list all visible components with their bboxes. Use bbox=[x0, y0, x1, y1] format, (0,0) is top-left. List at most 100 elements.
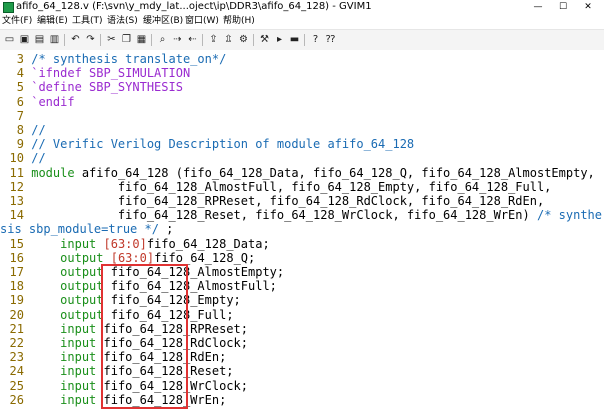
line-number: 18 bbox=[9, 279, 24, 294]
line-number: 15 bbox=[9, 236, 24, 251]
code-text: fifo_64_128_AlmostFull, fifo_64_128_Empt… bbox=[31, 179, 552, 194]
menu-help[interactable]: 帮助(H) bbox=[223, 14, 255, 29]
find-prev-icon[interactable]: ⇠ bbox=[186, 33, 199, 46]
shell-icon[interactable]: ▸ bbox=[273, 33, 286, 46]
keyword: input bbox=[60, 392, 97, 407]
keyword: input bbox=[60, 350, 97, 365]
save-session-icon[interactable]: ⇫ bbox=[222, 33, 235, 46]
window-title: afifo_64_128.v (F:\svn\y_mdy_lat...oject… bbox=[16, 1, 372, 12]
load-session-icon[interactable]: ⇪ bbox=[207, 33, 220, 46]
highlight-box bbox=[101, 264, 188, 409]
code-line-wrap: sis sbp_module=true */ ; bbox=[0, 222, 173, 236]
code-line: 12 fifo_64_128_AlmostFull, fifo_64_128_E… bbox=[0, 179, 552, 194]
code-line: 15 input [63:0]fifo_64_128_Data; bbox=[0, 237, 270, 251]
keyword: output bbox=[60, 293, 104, 308]
preprocessor: `ifndef SBP_SIMULATION bbox=[31, 66, 191, 81]
line-number: 10 bbox=[9, 151, 24, 166]
code-line: 4 `ifndef SBP_SIMULATION bbox=[0, 66, 190, 80]
menu-file[interactable]: 文件(F) bbox=[2, 14, 32, 29]
redo-icon[interactable]: ↷ bbox=[84, 33, 97, 46]
run-script-icon[interactable]: ⚙ bbox=[237, 33, 250, 46]
menu-tools[interactable]: 工具(T) bbox=[72, 14, 103, 29]
line-number: 3 bbox=[16, 52, 24, 66]
keyword: output bbox=[60, 279, 104, 294]
keyword: input bbox=[60, 236, 97, 251]
tag-jump-icon[interactable]: ▬ bbox=[288, 33, 301, 46]
gvim-app-icon bbox=[3, 2, 14, 13]
code-line: 7 bbox=[0, 109, 31, 123]
line-number: 17 bbox=[9, 265, 24, 279]
keyword: output bbox=[60, 307, 104, 322]
keyword: input bbox=[60, 336, 97, 350]
code-line: 5 `define SBP_SYNTHESIS bbox=[0, 80, 183, 94]
line-number: 25 bbox=[9, 378, 24, 393]
code-editor[interactable]: 3 /* synthesis translate_on*/4 `ifndef S… bbox=[0, 50, 604, 412]
menu-syntax[interactable]: 语法(S) bbox=[107, 14, 138, 29]
menu-buffers[interactable]: 缓冲区(B) bbox=[143, 14, 183, 29]
code-line: 3 /* synthesis translate_on*/ bbox=[0, 52, 227, 66]
code-line: 16 output [63:0]fifo_64_128_Q; bbox=[0, 250, 256, 265]
cut-icon[interactable]: ✂ bbox=[105, 33, 118, 46]
minimize-button[interactable]: — bbox=[526, 1, 550, 13]
find-next-icon[interactable]: ⇢ bbox=[171, 33, 184, 46]
comment: /* synthe bbox=[536, 208, 602, 223]
toolbar-separator bbox=[151, 34, 152, 46]
line-number: 23 bbox=[9, 350, 24, 365]
save-icon[interactable]: ▣ bbox=[18, 33, 31, 46]
line-number: 24 bbox=[9, 364, 24, 379]
code-text: ; bbox=[166, 222, 174, 237]
find-icon[interactable]: ⌕ bbox=[156, 33, 169, 46]
maximize-button[interactable]: ☐ bbox=[551, 1, 575, 13]
code-line: 14 fifo_64_128_Reset, fifo_64_128_WrCloc… bbox=[0, 208, 602, 222]
toolbar-separator bbox=[100, 34, 101, 46]
code-text: fifo_64_128_Data; bbox=[146, 236, 270, 251]
toolbar-separator bbox=[202, 34, 203, 46]
close-button[interactable]: ✕ bbox=[576, 1, 600, 13]
toolbar-separator bbox=[253, 34, 254, 46]
menu-window[interactable]: 窗口(W) bbox=[185, 14, 219, 29]
line-number: 11 bbox=[9, 165, 24, 180]
code-line: 9 // Verific Verilog Description of modu… bbox=[0, 137, 414, 151]
paste-icon[interactable]: ▦ bbox=[135, 33, 148, 46]
toolbar-separator bbox=[304, 34, 305, 46]
preprocessor: `define SBP_SYNTHESIS bbox=[31, 80, 183, 95]
line-number: 22 bbox=[9, 336, 24, 350]
save-all-icon[interactable]: ▤ bbox=[33, 33, 46, 46]
line-number: 12 bbox=[9, 179, 24, 194]
line-number: 8 bbox=[16, 123, 24, 137]
menu-edit[interactable]: 编辑(E) bbox=[37, 14, 68, 29]
preprocessor: `endif bbox=[31, 94, 75, 109]
undo-icon[interactable]: ↶ bbox=[69, 33, 82, 46]
code-line: 8 // bbox=[0, 123, 46, 137]
make-icon[interactable]: ⚒ bbox=[258, 33, 271, 46]
line-number: 26 bbox=[9, 392, 24, 407]
keyword: output bbox=[60, 250, 104, 265]
help-icon[interactable]: ? bbox=[309, 33, 322, 46]
line-number: 19 bbox=[9, 293, 24, 308]
print-icon[interactable]: ▥ bbox=[48, 33, 61, 46]
comment: /* synthesis translate_on*/ bbox=[31, 52, 227, 66]
open-icon[interactable]: ▭ bbox=[3, 33, 16, 46]
toolbar-separator bbox=[64, 34, 65, 46]
find-help-icon[interactable]: ⁇ bbox=[324, 33, 337, 46]
code-line: 11 module afifo_64_128 (fifo_64_128_Data… bbox=[0, 166, 595, 180]
line-number: 20 bbox=[9, 307, 24, 322]
keyword: input bbox=[60, 321, 97, 336]
copy-icon[interactable]: ❐ bbox=[120, 33, 133, 46]
keyword: input bbox=[60, 364, 97, 379]
code-line: 6 `endif bbox=[0, 95, 75, 109]
comment: // Verific Verilog Description of module… bbox=[31, 137, 415, 152]
line-number: 7 bbox=[16, 108, 24, 123]
number: [63:0] bbox=[103, 236, 147, 251]
